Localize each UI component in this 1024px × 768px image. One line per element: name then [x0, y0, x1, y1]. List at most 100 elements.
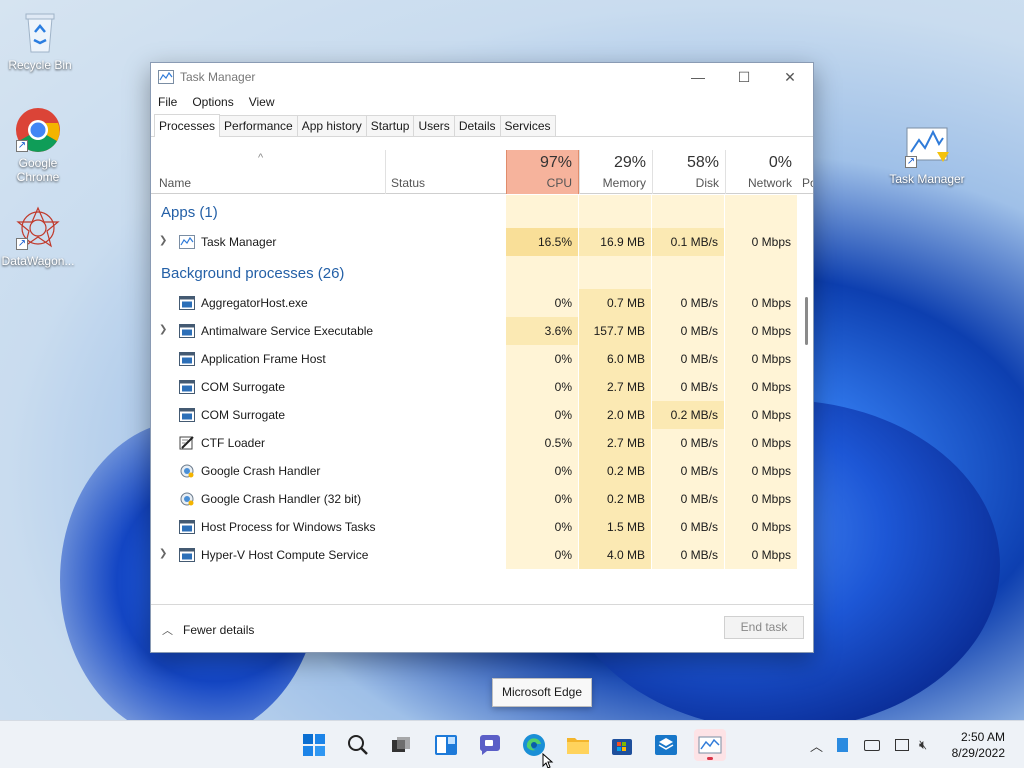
- table-row[interactable]: CTF Loader 0.5% 2.7 MB 0 MB/s 0 Mbps: [151, 429, 813, 457]
- network-icon[interactable]: [895, 739, 910, 751]
- table-row[interactable]: Google Crash Handler (32 bit) 0% 0.2 MB 0 M…: [151, 485, 813, 513]
- process-cpu-cell: 0%: [506, 289, 579, 317]
- process-name: Host Process for Windows Tasks: [201, 520, 376, 534]
- vm-app-button[interactable]: [650, 729, 682, 761]
- shortcut-arrow-icon: ↗: [905, 156, 917, 168]
- widgets-button[interactable]: [430, 729, 462, 761]
- task-manager-taskbar-button[interactable]: [694, 729, 726, 761]
- system-tray: ︿ 🔇︎: [810, 721, 927, 768]
- group-network-cell: [725, 195, 798, 228]
- cpu-total: 97%: [539, 154, 572, 171]
- start-button[interactable]: [298, 729, 330, 761]
- column-header-memory[interactable]: 29% Memory: [579, 150, 652, 194]
- process-name: Google Crash Handler (32 bit): [201, 492, 362, 506]
- process-network-cell: 0 Mbps: [725, 513, 798, 541]
- group-memory-cell: [579, 195, 652, 228]
- end-task-button[interactable]: End task: [724, 616, 804, 639]
- vertical-scrollbar-thumb[interactable]: [805, 297, 808, 345]
- keyboard-icon[interactable]: [864, 739, 881, 751]
- chat-button[interactable]: [474, 729, 506, 761]
- desktop-icon-label: Google Chrome: [16, 156, 60, 184]
- chevron-right-icon[interactable]: ❯: [159, 324, 167, 335]
- group-apps[interactable]: Apps (1): [151, 195, 813, 228]
- column-header-disk[interactable]: 58% Disk: [652, 150, 725, 194]
- tab-performance[interactable]: Performance: [219, 115, 298, 136]
- volume-muted-icon[interactable]: 🔇︎: [919, 737, 927, 753]
- process-network-cell: 0 Mbps: [725, 345, 798, 373]
- chevron-right-icon[interactable]: ❯: [159, 548, 167, 559]
- network-label: Network: [747, 176, 792, 190]
- desktop-icon-label: Recycle Bin: [8, 58, 72, 72]
- desktop-icon-task-manager[interactable]: ↗ Task Manager: [887, 122, 967, 186]
- process-memory-cell: 6.0 MB: [579, 345, 652, 373]
- datawagon-icon: ↗: [14, 204, 62, 252]
- chevron-up-icon: ︿: [162, 625, 173, 637]
- desktop-icon-recycle-bin[interactable]: Recycle Bin: [0, 8, 80, 72]
- tab-startup[interactable]: Startup: [365, 115, 415, 136]
- table-row[interactable]: Google Crash Handler 0% 0.2 MB 0 MB/s 0 Mbps: [151, 457, 813, 485]
- column-header-network[interactable]: 0% Network: [725, 150, 798, 194]
- table-row[interactable]: ❯ Hyper-V Host Compute Service 0% 4.0 MB 0 M…: [151, 541, 813, 569]
- fewer-details-button[interactable]: ︿ Fewer details: [162, 622, 254, 638]
- column-header-power[interactable]: Po: [802, 176, 813, 190]
- show-hidden-icons-icon[interactable]: ︿: [810, 736, 823, 755]
- table-row[interactable]: COM Surrogate 0% 2.0 MB 0.2 MB/s 0 Mbps: [151, 401, 813, 429]
- clock[interactable]: 2:50 AM 8/29/2022: [945, 729, 1005, 761]
- table-row[interactable]: ❯ Antimalware Service Executable 3.6% 157.7…: [151, 317, 813, 345]
- table-row[interactable]: Host Process for Windows Tasks 0% 1.5 MB 0 …: [151, 513, 813, 541]
- search-button[interactable]: [342, 729, 374, 761]
- title-bar[interactable]: Task Manager — ☐ ✕: [151, 63, 813, 91]
- table-row[interactable]: Application Frame Host 0% 6.0 MB 0 MB/s 0 Mb…: [151, 345, 813, 373]
- vm-app-icon: [655, 735, 677, 755]
- tab-services[interactable]: Services: [499, 115, 556, 136]
- process-name: Google Crash Handler: [201, 464, 321, 478]
- task-view-button[interactable]: [385, 729, 417, 761]
- tab-users[interactable]: Users: [413, 115, 455, 136]
- group-disk-cell: [652, 195, 725, 228]
- tab-processes[interactable]: Processes: [154, 114, 221, 137]
- process-name: Antimalware Service Executable: [201, 324, 374, 338]
- process-memory-cell: 16.9 MB: [579, 228, 652, 256]
- group-background-processes[interactable]: Background processes (26): [151, 256, 813, 289]
- table-row[interactable]: AggregatorHost.exe 0% 0.7 MB 0 MB/s 0 Mbps: [151, 289, 813, 317]
- tray-app-icon[interactable]: [837, 738, 849, 752]
- column-header-name[interactable]: Name: [159, 176, 191, 190]
- minimize-button[interactable]: —: [675, 63, 721, 91]
- menu-view[interactable]: View: [249, 95, 275, 109]
- process-disk-cell: 0 MB/s: [652, 289, 725, 317]
- desktop-icon-chrome[interactable]: ↗ Google Chrome: [0, 106, 78, 184]
- process-network-cell: 0 Mbps: [725, 373, 798, 401]
- table-row[interactable]: ❯ Task Manager 16.5% 16.9 MB 0.1 MB/s 0 Mbps: [151, 228, 813, 256]
- group-label: Background processes (26): [161, 265, 345, 282]
- column-header-status[interactable]: Status: [391, 176, 425, 190]
- file-explorer-button[interactable]: [562, 729, 594, 761]
- ctf-loader-icon: [179, 436, 194, 450]
- menu-options[interactable]: Options: [192, 95, 233, 109]
- maximize-button[interactable]: ☐: [721, 63, 767, 91]
- group-cpu-cell: [506, 256, 579, 289]
- table-row[interactable]: COM Surrogate 0% 2.7 MB 0 MB/s 0 Mbps: [151, 373, 813, 401]
- process-disk-cell: 0 MB/s: [652, 513, 725, 541]
- process-disk-cell: 0 MB/s: [652, 541, 725, 569]
- menu-file[interactable]: File: [158, 95, 177, 109]
- group-network-cell: [725, 256, 798, 289]
- chat-icon: [479, 735, 500, 755]
- clock-time: 2:50 AM: [960, 730, 1005, 744]
- process-memory-cell: 0.2 MB: [579, 457, 652, 485]
- chevron-right-icon[interactable]: ❯: [159, 235, 167, 246]
- google-crash-handler-icon: [180, 492, 194, 506]
- store-button[interactable]: [606, 729, 638, 761]
- process-network-cell: 0 Mbps: [725, 228, 798, 256]
- process-network-cell: 0 Mbps: [725, 401, 798, 429]
- process-disk-cell: 0.2 MB/s: [652, 401, 725, 429]
- process-name: COM Surrogate: [201, 380, 286, 394]
- close-button[interactable]: ✕: [767, 63, 813, 91]
- process-name: Application Frame Host: [201, 352, 326, 366]
- column-header-cpu[interactable]: 97% CPU: [506, 150, 579, 194]
- desktop-icon-datawagon[interactable]: ↗ DataWagon...: [0, 204, 78, 268]
- tab-details[interactable]: Details: [453, 115, 501, 136]
- tab-app-history[interactable]: App history: [296, 115, 367, 136]
- process-memory-cell: 157.7 MB: [579, 317, 652, 345]
- process-cpu-cell: 0%: [506, 345, 579, 373]
- memory-label: Memory: [602, 176, 646, 190]
